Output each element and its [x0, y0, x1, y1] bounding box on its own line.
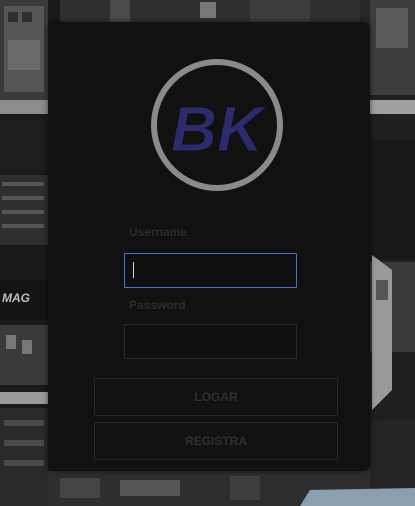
password-input[interactable]	[124, 324, 297, 359]
login-button[interactable]: LOGAR	[94, 378, 338, 416]
register-button[interactable]: REGISTRA	[94, 422, 338, 460]
logo-text: BK	[171, 93, 268, 165]
password-label: Password	[129, 298, 186, 312]
background-board-text: MAG	[2, 291, 30, 305]
text-caret	[133, 262, 134, 278]
login-panel: BK Username Password LOGAR REGISTRA	[48, 22, 370, 471]
bk-logo: BK	[151, 59, 283, 191]
username-input[interactable]	[124, 253, 297, 288]
username-label: Username	[129, 225, 188, 239]
